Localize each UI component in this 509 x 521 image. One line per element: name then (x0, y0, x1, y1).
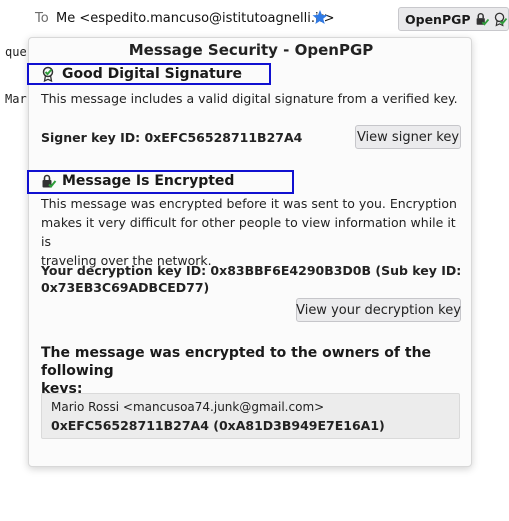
recipient-keys-heading: The message was encrypted to the owners … (41, 344, 461, 398)
signature-heading: Good Digital Signature (41, 66, 242, 82)
key-owner: Mario Rossi <mancusoa74.junk@gmail.com> (51, 400, 325, 414)
encryption-description: This message was encrypted before it was… (41, 194, 469, 270)
recipient-key-item[interactable]: Mario Rossi <mancusoa74.junk@gmail.com> … (41, 393, 460, 439)
openpgp-label: OpenPGP (405, 11, 471, 27)
encryption-heading-text: Message Is Encrypted (62, 173, 235, 189)
encryption-description-line: This message was encrypted before it was… (41, 196, 457, 211)
message-security-popup: Message Security - OpenPGP Good Digital … (27, 37, 472, 467)
decryption-key-line: 0x73EB3C69ADBCED77) (41, 280, 210, 295)
lock-check-icon (476, 12, 489, 26)
signature-heading-text: Good Digital Signature (62, 66, 243, 82)
email-body-fragment: que (5, 45, 27, 59)
encryption-heading: Message Is Encrypted (41, 173, 234, 189)
seal-check-icon (42, 66, 54, 82)
decryption-key-id: Your decryption key ID: 0x83BBF6E4290B3D… (41, 262, 469, 296)
email-body-fragment: Mar (5, 92, 27, 106)
encryption-description-line: makes it very difficult for other people… (41, 215, 456, 249)
to-label: To (35, 11, 49, 26)
recipient-address[interactable]: Me <espedito.mancuso@istitutoagnelli.it> (56, 11, 335, 26)
signature-description: This message includes a valid digital si… (41, 91, 458, 106)
star-icon[interactable] (312, 9, 328, 25)
signer-key-id: Signer key ID: 0xEFC56528711B27A4 (41, 130, 303, 145)
key-id: 0xEFC56528711B27A4 (0xA81D3B949E7E16A1) (51, 418, 385, 433)
view-signer-key-button[interactable]: View signer key (355, 125, 461, 149)
openpgp-status-button[interactable]: OpenPGP (398, 7, 509, 31)
lock-check-icon (42, 174, 57, 188)
message-header: To Me <espedito.mancuso@istitutoagnelli.… (0, 0, 509, 38)
seal-check-icon (495, 12, 508, 27)
view-decryption-key-button[interactable]: View your decryption key (296, 298, 461, 322)
popup-title: Message Security - OpenPGP (128, 41, 374, 59)
recipient-keys-heading-line: The message was encrypted to the owners … (41, 345, 432, 379)
decryption-key-line: Your decryption key ID: 0x83BBF6E4290B3D… (41, 263, 462, 278)
